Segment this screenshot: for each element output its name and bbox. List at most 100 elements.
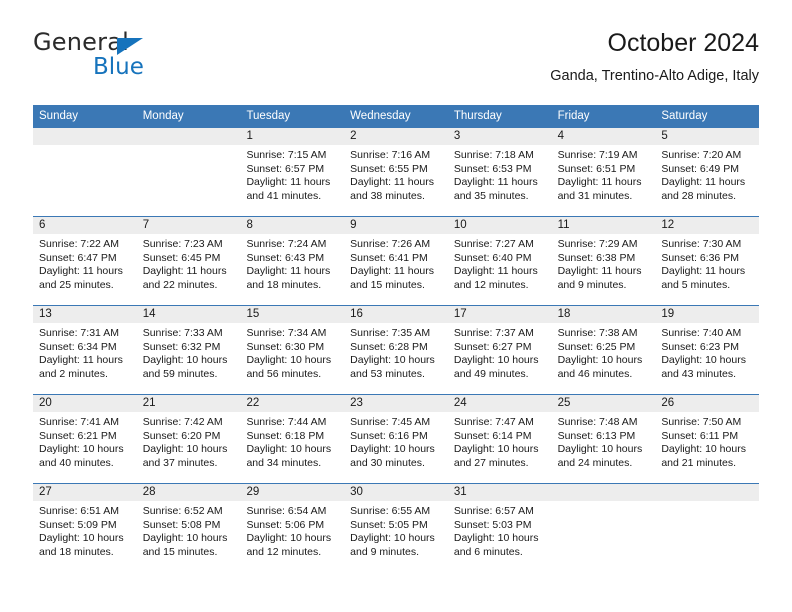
sunrise-text: Sunrise: 7:24 AM [246,238,327,250]
day-cell[interactable]: 30 Sunrise: 6:55 AM Sunset: 5:05 PM Dayl… [344,484,448,572]
sunrise-text: Sunrise: 7:29 AM [557,238,638,250]
daylight-text-line1: Daylight: 10 hours [350,354,435,366]
day-cell[interactable]: 16 Sunrise: 7:35 AM Sunset: 6:28 PM Dayl… [344,306,448,394]
sunset-text: Sunset: 5:05 PM [350,518,428,531]
day-details: Sunrise: 7:45 AM Sunset: 6:16 PM Dayligh… [344,412,448,470]
sunrise-text: Sunrise: 6:52 AM [142,505,223,517]
day-cell[interactable]: 24 Sunrise: 7:47 AM Sunset: 6:14 PM Dayl… [447,395,552,483]
day-number: 17 [447,306,552,323]
generalblue-logo[interactable]: General Blue [33,28,243,90]
day-details: Sunrise: 7:47 AM Sunset: 6:14 PM Dayligh… [448,412,552,470]
day-cell[interactable] [136,128,241,216]
sunrise-text: Sunrise: 7:23 AM [142,238,223,250]
day-cell[interactable]: 23 Sunrise: 7:45 AM Sunset: 6:16 PM Dayl… [344,395,448,483]
day-number: 2 [344,128,448,145]
day-number: 20 [33,395,137,412]
day-cell[interactable]: 8 Sunrise: 7:24 AM Sunset: 6:43 PM Dayli… [240,217,345,305]
daylight-text-line1: Daylight: 10 hours [453,354,539,366]
day-number: 25 [551,395,656,412]
day-cell[interactable]: 14 Sunrise: 7:33 AM Sunset: 6:32 PM Dayl… [136,306,241,394]
day-cell[interactable]: 29 Sunrise: 6:54 AM Sunset: 5:06 PM Dayl… [240,484,345,572]
day-details: Sunrise: 7:38 AM Sunset: 6:25 PM Dayligh… [552,323,656,381]
sunrise-text: Sunrise: 7:18 AM [453,149,534,161]
day-number: 13 [33,306,137,323]
day-cell[interactable]: 1 Sunrise: 7:15 AM Sunset: 6:57 PM Dayli… [240,128,345,216]
sunrise-text: Sunrise: 6:57 AM [453,505,534,517]
day-cell[interactable]: 13 Sunrise: 7:31 AM Sunset: 6:34 PM Dayl… [33,306,137,394]
week-row: 6 Sunrise: 7:22 AM Sunset: 6:47 PM Dayli… [33,216,760,305]
daylight-text-line2: and 6 minutes. [453,545,523,558]
day-number: 24 [447,395,552,412]
day-details: Sunrise: 7:35 AM Sunset: 6:28 PM Dayligh… [344,323,448,381]
day-cell[interactable]: 3 Sunrise: 7:18 AM Sunset: 6:53 PM Dayli… [447,128,552,216]
daylight-text-line2: and 12 minutes. [453,278,529,291]
triangle-icon [117,38,143,55]
day-cell[interactable]: 19 Sunrise: 7:40 AM Sunset: 6:23 PM Dayl… [655,306,760,394]
day-cell[interactable] [655,484,760,572]
day-number: 9 [344,217,448,234]
day-cell[interactable] [33,128,137,216]
sunset-text: Sunset: 6:49 PM [661,162,739,175]
calendar-grid: Sunday Monday Tuesday Wednesday Thursday… [33,105,760,572]
day-cell[interactable]: 27 Sunrise: 6:51 AM Sunset: 5:09 PM Dayl… [33,484,137,572]
sunset-text: Sunset: 6:30 PM [246,340,325,353]
weekday-header-sunday: Sunday [39,110,79,122]
day-cell[interactable]: 5 Sunrise: 7:20 AM Sunset: 6:49 PM Dayli… [655,128,760,216]
day-number: 18 [551,306,656,323]
daylight-text-line2: and 15 minutes. [350,278,425,291]
day-details: Sunrise: 7:50 AM Sunset: 6:11 PM Dayligh… [655,412,759,470]
day-cell[interactable]: 12 Sunrise: 7:30 AM Sunset: 6:36 PM Dayl… [655,217,760,305]
sunrise-text: Sunrise: 7:40 AM [661,327,742,339]
day-cell[interactable]: 22 Sunrise: 7:44 AM Sunset: 6:18 PM Dayl… [240,395,345,483]
daylight-text-line1: Daylight: 10 hours [142,532,228,544]
day-cell[interactable]: 18 Sunrise: 7:38 AM Sunset: 6:25 PM Dayl… [551,306,656,394]
daylight-text-line2: and 18 minutes. [246,278,322,291]
day-cell[interactable] [551,484,656,572]
day-cell[interactable]: 15 Sunrise: 7:34 AM Sunset: 6:30 PM Dayl… [240,306,345,394]
weekday-header-thursday: Thursday [453,110,502,122]
sunrise-text: Sunrise: 7:42 AM [142,416,223,428]
day-details: Sunrise: 7:42 AM Sunset: 6:20 PM Dayligh… [137,412,241,470]
day-details: Sunrise: 7:18 AM Sunset: 6:53 PM Dayligh… [448,145,552,203]
day-details: Sunrise: 7:23 AM Sunset: 6:45 PM Dayligh… [137,234,241,292]
day-details: Sunrise: 6:54 AM Sunset: 5:06 PM Dayligh… [240,501,344,559]
day-cell[interactable]: 20 Sunrise: 7:41 AM Sunset: 6:21 PM Dayl… [33,395,137,483]
day-cell[interactable]: 9 Sunrise: 7:26 AM Sunset: 6:41 PM Dayli… [344,217,448,305]
daylight-text-line2: and 31 minutes. [557,189,633,202]
calendar-page: General Blue October 2024 Ganda, Trentin… [0,0,792,612]
daylight-text-line1: Daylight: 11 hours [39,265,123,277]
weekday-header-tuesday: Tuesday [246,110,291,122]
daylight-text-line1: Daylight: 10 hours [246,443,332,455]
day-cell[interactable]: 21 Sunrise: 7:42 AM Sunset: 6:20 PM Dayl… [136,395,241,483]
sunset-text: Sunset: 5:06 PM [246,518,325,531]
daylight-text-line1: Daylight: 11 hours [453,176,538,188]
sunset-text: Sunset: 5:08 PM [142,518,221,531]
day-number [33,128,137,145]
daylight-text-line1: Daylight: 11 hours [39,354,123,366]
sunrise-text: Sunrise: 6:51 AM [39,505,119,517]
day-cell[interactable]: 28 Sunrise: 6:52 AM Sunset: 5:08 PM Dayl… [136,484,241,572]
sunset-text: Sunset: 6:28 PM [350,340,428,353]
day-cell[interactable]: 10 Sunrise: 7:27 AM Sunset: 6:40 PM Dayl… [447,217,552,305]
day-cell[interactable]: 6 Sunrise: 7:22 AM Sunset: 6:47 PM Dayli… [33,217,137,305]
day-number: 22 [240,395,345,412]
day-cell[interactable]: 11 Sunrise: 7:29 AM Sunset: 6:38 PM Dayl… [551,217,656,305]
day-cell[interactable]: 4 Sunrise: 7:19 AM Sunset: 6:51 PM Dayli… [551,128,656,216]
daylight-text-line2: and 35 minutes. [453,189,529,202]
day-cell[interactable]: 7 Sunrise: 7:23 AM Sunset: 6:45 PM Dayli… [136,217,241,305]
page-header: General Blue October 2024 Ganda, Trentin… [33,28,759,98]
day-cell[interactable]: 2 Sunrise: 7:16 AM Sunset: 6:55 PM Dayli… [344,128,448,216]
day-details: Sunrise: 7:44 AM Sunset: 6:18 PM Dayligh… [240,412,344,470]
day-cell[interactable]: 25 Sunrise: 7:48 AM Sunset: 6:13 PM Dayl… [551,395,656,483]
daylight-text-line1: Daylight: 10 hours [557,443,643,455]
daylight-text-line2: and 46 minutes. [557,367,633,380]
sunset-text: Sunset: 5:09 PM [39,518,117,531]
sunset-text: Sunset: 6:27 PM [453,340,532,353]
sunrise-text: Sunrise: 7:47 AM [453,416,534,428]
day-details: Sunrise: 7:34 AM Sunset: 6:30 PM Dayligh… [240,323,344,381]
title-block: October 2024 Ganda, Trentino-Alto Adige,… [550,28,759,85]
day-cell[interactable]: 26 Sunrise: 7:50 AM Sunset: 6:11 PM Dayl… [655,395,760,483]
day-cell[interactable]: 31 Sunrise: 6:57 AM Sunset: 5:03 PM Dayl… [447,484,552,572]
day-number: 11 [551,217,656,234]
day-cell[interactable]: 17 Sunrise: 7:37 AM Sunset: 6:27 PM Dayl… [447,306,552,394]
